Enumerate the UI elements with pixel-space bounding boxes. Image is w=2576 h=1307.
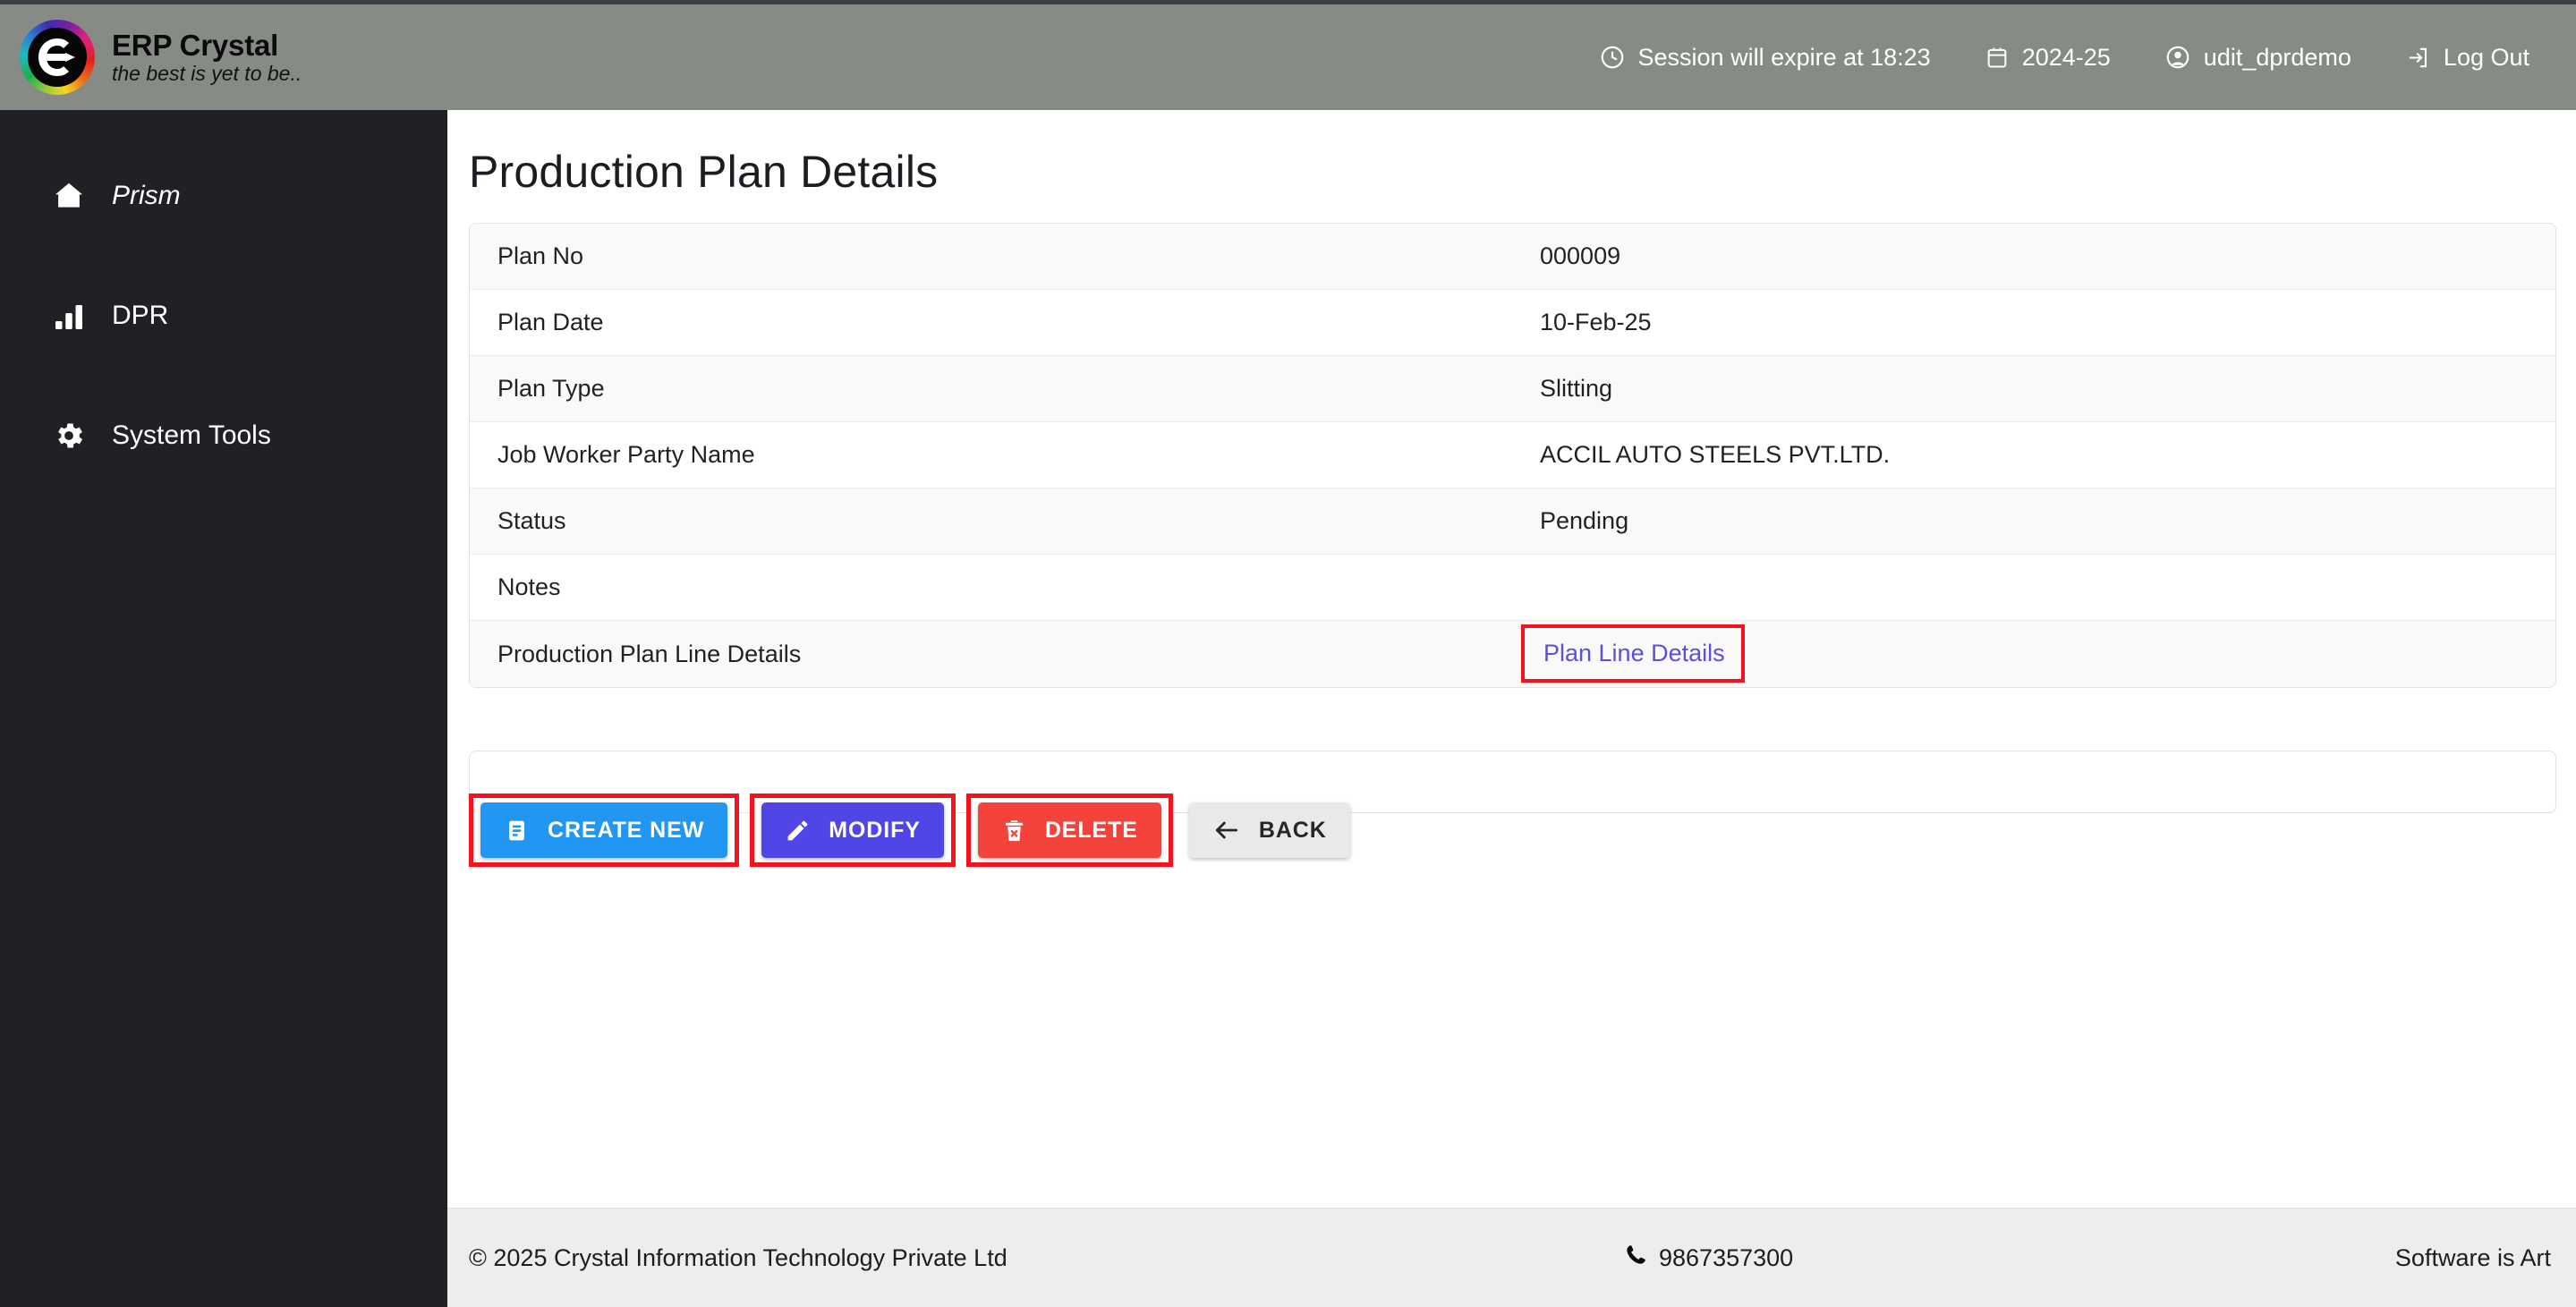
sidebar-item-label-prism: Prism — [112, 181, 181, 210]
annotation-box-modify: MODIFY — [750, 794, 956, 867]
logo-e-glyph — [38, 38, 75, 76]
page-title: Production Plan Details — [469, 147, 939, 197]
delete-button[interactable]: DELETE — [977, 802, 1161, 858]
bar-chart-icon — [49, 300, 89, 332]
main-content: Production Plan Details Plan No 000009 P… — [447, 110, 2576, 1208]
footer-copyright: © 2025 Crystal Information Technology Pr… — [469, 1243, 1007, 1271]
erp-crystal-logo-icon — [20, 20, 95, 95]
logout-button[interactable]: Log Out — [2405, 44, 2529, 72]
row-value: ACCIL AUTO STEELS PVT.LTD. — [1540, 441, 1891, 468]
row-label: Job Worker Party Name — [497, 441, 755, 468]
pencil-icon — [785, 818, 811, 844]
brand-tagline: the best is yet to be.. — [112, 61, 302, 85]
fiscal-year-selector[interactable]: 2024-25 — [1985, 44, 2111, 72]
document-icon — [504, 818, 530, 844]
modify-label: MODIFY — [829, 817, 921, 843]
table-row: Status Pending — [470, 488, 2555, 555]
row-value-link: Plan Line Details — [1521, 624, 1745, 683]
sidebar: Prism DPR System Tools — [0, 110, 447, 1307]
row-value: 10-Feb-25 — [1540, 309, 1652, 335]
annotation-box-plan-line-details: Plan Line Details — [1521, 624, 1745, 683]
row-label: Notes — [497, 573, 561, 600]
calendar-icon — [1985, 45, 2010, 70]
sidebar-item-label-dpr: DPR — [112, 301, 169, 330]
fiscal-year-label: 2024-25 — [2021, 43, 2111, 71]
table-row: Plan No 000009 — [470, 224, 2555, 290]
gear-icon — [49, 419, 89, 453]
session-expiry-label: Session will expire at 18:23 — [1637, 43, 1931, 71]
sidebar-item-dpr[interactable]: DPR — [0, 275, 447, 357]
sidebar-item-label-system-tools: System Tools — [112, 420, 271, 450]
table-row-plan-line-details: Production Plan Line Details Plan Line D… — [470, 621, 2555, 687]
row-value: 000009 — [1540, 242, 1621, 269]
back-button[interactable]: BACK — [1188, 802, 1350, 858]
row-label: Plan No — [497, 242, 584, 269]
row-value: Pending — [1540, 507, 1629, 534]
app-header: ERP Crystal the best is yet to be.. Sess… — [0, 4, 2576, 110]
phone-icon — [1624, 1243, 1648, 1273]
arrow-left-icon — [1212, 816, 1241, 844]
back-label: BACK — [1258, 817, 1327, 843]
session-expiry-indicator: Session will expire at 18:23 — [1599, 44, 1931, 72]
trash-delete-icon — [1001, 818, 1027, 844]
row-label: Production Plan Line Details — [497, 640, 802, 667]
row-label: Plan Type — [497, 375, 605, 402]
brand[interactable]: ERP Crystal the best is yet to be.. — [20, 20, 302, 95]
sidebar-item-prism[interactable]: Prism — [0, 155, 447, 237]
brand-name: ERP Crystal — [112, 29, 279, 63]
sidebar-item-system-tools[interactable]: System Tools — [0, 395, 447, 477]
footer-phone-number: 9867357300 — [1659, 1243, 1794, 1271]
row-label: Status — [497, 507, 566, 534]
logout-icon — [2405, 45, 2431, 71]
logout-label: Log Out — [2443, 43, 2529, 71]
table-row: Job Worker Party Name ACCIL AUTO STEELS … — [470, 422, 2555, 488]
create-new-button[interactable]: CREATE NEW — [480, 802, 728, 858]
row-value: Slitting — [1540, 375, 1613, 402]
create-new-label: CREATE NEW — [548, 817, 705, 843]
app-footer: © 2025 Crystal Information Technology Pr… — [447, 1208, 2576, 1307]
action-buttons: CREATE NEW MODIFY DELETE BACK — [469, 794, 1350, 867]
user-icon — [2164, 44, 2191, 71]
home-icon — [49, 179, 89, 213]
delete-label: DELETE — [1044, 817, 1138, 843]
footer-phone: 9867357300 — [1624, 1243, 1793, 1273]
table-row: Notes — [470, 555, 2555, 621]
user-menu[interactable]: udit_dprdemo — [2164, 44, 2351, 72]
production-plan-details-table: Plan No 000009 Plan Date 10-Feb-25 Plan … — [469, 223, 2556, 688]
modify-button[interactable]: MODIFY — [761, 802, 944, 858]
header-actions: Session will expire at 18:23 2024-25 udi… — [1599, 44, 2529, 72]
table-row: Plan Date 10-Feb-25 — [470, 290, 2555, 356]
annotation-box-delete: DELETE — [965, 794, 1173, 867]
username-label: udit_dprdemo — [2203, 43, 2351, 71]
footer-tagline: Software is Art — [2394, 1243, 2551, 1271]
clock-icon — [1599, 44, 1626, 71]
table-row: Plan Type Slitting — [470, 356, 2555, 422]
annotation-box-create-new: CREATE NEW — [469, 794, 740, 867]
plan-line-details-link[interactable]: Plan Line Details — [1543, 640, 1725, 666]
row-label: Plan Date — [497, 309, 604, 335]
